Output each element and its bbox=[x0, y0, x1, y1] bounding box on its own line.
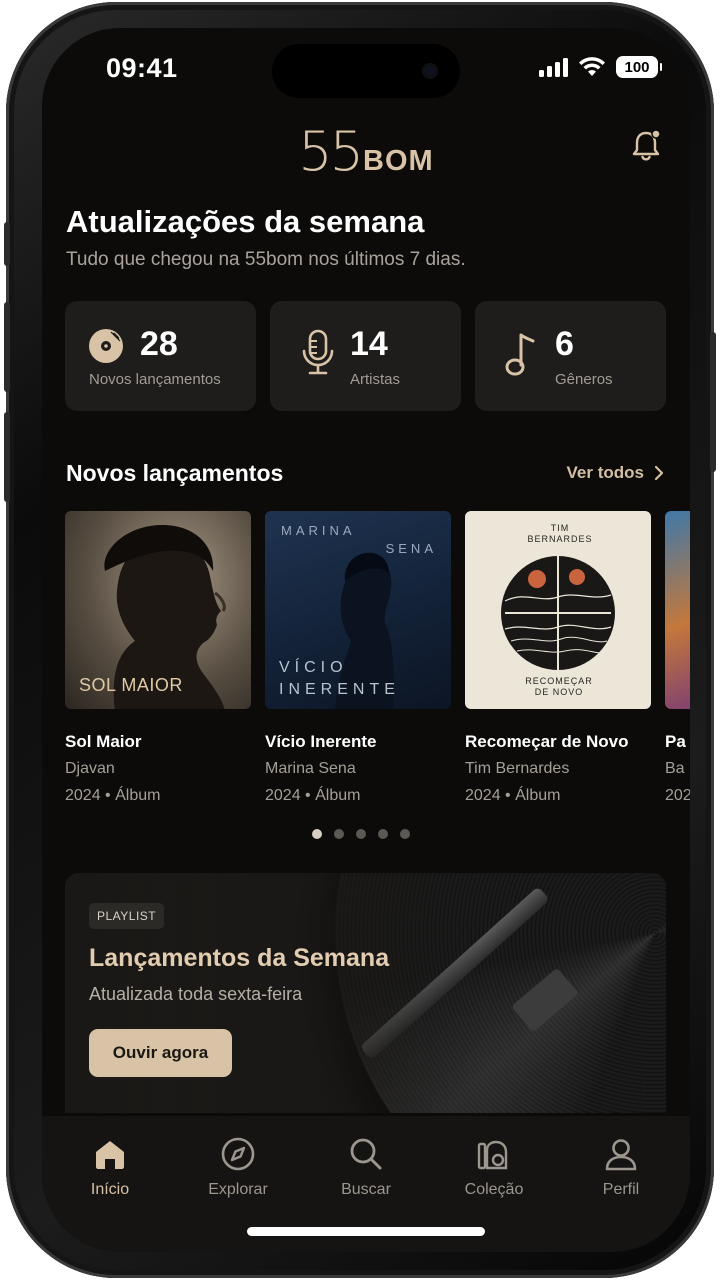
release-artist: Djavan bbox=[65, 760, 115, 777]
stat-label: Novos lançamentos bbox=[89, 371, 221, 388]
release-artist: Tim Bernardes bbox=[465, 760, 570, 777]
tab-label: Buscar bbox=[341, 1181, 391, 1198]
tab-home[interactable]: Início bbox=[55, 1136, 165, 1199]
power-button bbox=[710, 332, 716, 472]
stat-value: 14 bbox=[350, 325, 388, 363]
release-artist: Marina Sena bbox=[265, 760, 356, 777]
phone-frame: 09:41 100 55BOM Atualizações da semana T… bbox=[4, 2, 716, 1278]
pager-dot[interactable] bbox=[378, 829, 388, 839]
release-meta: 2024 • Álbum bbox=[465, 787, 561, 804]
cover-artist: TIM BERNARDES bbox=[527, 523, 593, 544]
profile-icon bbox=[605, 1139, 637, 1171]
playlist-tag: PLAYLIST bbox=[89, 903, 165, 929]
mute-switch bbox=[4, 222, 10, 266]
compass-icon bbox=[221, 1137, 255, 1171]
bell-icon bbox=[632, 129, 661, 161]
stat-value: 6 bbox=[555, 325, 574, 363]
releases-carousel[interactable]: SOL MAIOR Sol Maior Djavan 2024 • Álbum … bbox=[65, 511, 690, 805]
battery-indicator: 100 bbox=[616, 56, 662, 78]
volume-down-button bbox=[4, 412, 10, 502]
cover-title: VÍCIO INERENTE bbox=[279, 659, 400, 698]
release-meta: 2024 • Álbum bbox=[265, 787, 361, 804]
release-title: Vício Inerente bbox=[265, 732, 377, 751]
stat-value: 28 bbox=[140, 325, 178, 363]
signal-icon bbox=[539, 57, 568, 77]
logo-word: BOM bbox=[363, 145, 434, 177]
listen-now-button[interactable]: Ouvir agora bbox=[89, 1029, 232, 1077]
stat-new-releases[interactable]: 28 Novos lançamentos bbox=[65, 301, 256, 411]
pager-dot[interactable] bbox=[356, 829, 366, 839]
tab-label: Explorar bbox=[208, 1181, 268, 1198]
page-title: Atualizações da semana bbox=[66, 204, 425, 239]
pager-dot[interactable] bbox=[334, 829, 344, 839]
cover-artist-left: MARINA bbox=[281, 523, 356, 538]
cover-title: SOL MAIOR bbox=[79, 675, 183, 695]
album-cover: SOL MAIOR bbox=[65, 511, 251, 709]
home-icon bbox=[96, 1141, 124, 1169]
playlist-subtitle: Atualizada toda sexta-feira bbox=[89, 984, 303, 1004]
dynamic-island bbox=[272, 44, 460, 98]
stat-label: Gêneros bbox=[555, 371, 613, 388]
release-card[interactable]: SOL MAIOR Sol Maior Djavan 2024 • Álbum bbox=[65, 511, 251, 805]
notifications-button[interactable] bbox=[626, 126, 666, 166]
stat-label: Artistas bbox=[350, 371, 401, 388]
camera-icon bbox=[422, 63, 438, 79]
release-card[interactable]: TIM BERNARDES RECOMEÇAR DE NOVO Recomeça… bbox=[465, 511, 651, 805]
release-title: Pa bbox=[665, 732, 686, 751]
album-cover: TIM BERNARDES RECOMEÇAR DE NOVO bbox=[465, 511, 651, 709]
app-screen: 09:41 100 55BOM Atualizações da semana T… bbox=[42, 28, 690, 1252]
cover-title: RECOMEÇAR DE NOVO bbox=[525, 676, 593, 697]
search-icon bbox=[350, 1138, 382, 1170]
home-indicator[interactable] bbox=[247, 1227, 485, 1236]
playlist-banner[interactable]: PLAYLIST Lançamentos da Semana Atualizad… bbox=[65, 873, 666, 1113]
tab-label: Perfil bbox=[602, 1181, 640, 1198]
release-meta: 202 bbox=[665, 787, 690, 804]
status-time: 09:41 bbox=[106, 53, 178, 83]
see-all-link[interactable]: Ver todos bbox=[567, 463, 664, 483]
tab-collection[interactable]: Coleção bbox=[439, 1136, 549, 1199]
release-card[interactable]: MARINA SENA VÍCIO INERENTE Vício Inerent… bbox=[265, 511, 451, 805]
app-logo: 55BOM bbox=[42, 120, 690, 183]
pager-dot[interactable] bbox=[400, 829, 410, 839]
release-card[interactable]: Pa Ba 202 bbox=[665, 511, 690, 805]
microphone-icon bbox=[302, 329, 334, 375]
tab-profile[interactable]: Perfil bbox=[566, 1136, 676, 1199]
release-artist: Ba bbox=[665, 760, 685, 777]
see-all-label: Ver todos bbox=[566, 463, 644, 482]
pager-dot[interactable] bbox=[312, 829, 322, 839]
release-meta: 2024 • Álbum bbox=[65, 787, 161, 804]
vinyl-disc-icon bbox=[89, 329, 123, 363]
release-title: Recomeçar de Novo bbox=[465, 732, 629, 751]
logo-number: 55 bbox=[298, 120, 364, 183]
tab-label: Início bbox=[90, 1181, 130, 1198]
volume-up-button bbox=[4, 302, 10, 392]
wifi-icon bbox=[579, 57, 605, 76]
tab-label: Coleção bbox=[464, 1181, 524, 1198]
chevron-right-icon bbox=[654, 465, 664, 481]
cover-artist-right: SENA bbox=[385, 541, 437, 556]
collection-icon bbox=[477, 1140, 508, 1170]
album-cover bbox=[665, 511, 690, 709]
stats-row: 28 Novos lançamentos 14 Artistas 6 Gêner… bbox=[65, 301, 666, 411]
tab-explore[interactable]: Explorar bbox=[183, 1136, 293, 1199]
playlist-title: Lançamentos da Semana bbox=[89, 944, 390, 972]
album-cover: MARINA SENA VÍCIO INERENTE bbox=[265, 511, 451, 709]
page-subtitle: Tudo que chegou na 55bom nos últimos 7 d… bbox=[66, 249, 466, 270]
carousel-pager[interactable] bbox=[312, 829, 410, 839]
stat-artists[interactable]: 14 Artistas bbox=[270, 301, 461, 411]
music-note-icon bbox=[505, 333, 535, 376]
tab-search[interactable]: Buscar bbox=[311, 1136, 421, 1199]
section-title: Novos lançamentos bbox=[66, 460, 284, 486]
status-icons: 100 bbox=[539, 56, 662, 78]
stat-genres[interactable]: 6 Gêneros bbox=[475, 301, 666, 411]
release-title: Sol Maior bbox=[65, 732, 142, 751]
